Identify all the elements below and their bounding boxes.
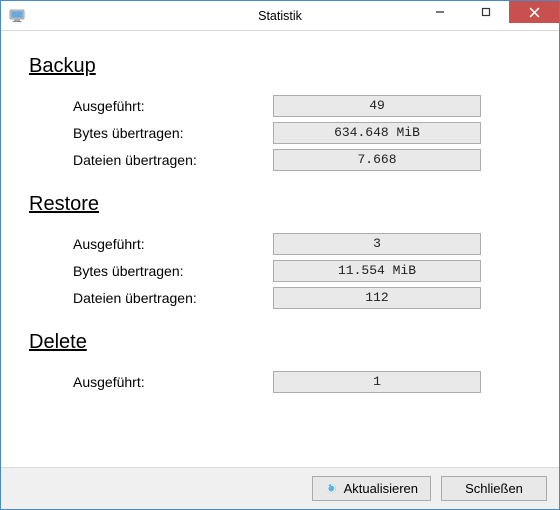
stat-label: Ausgeführt:: [73, 98, 273, 114]
window-controls: [417, 1, 559, 23]
stat-value: 1: [273, 371, 481, 393]
titlebar[interactable]: Statistik: [1, 1, 559, 31]
stat-label: Dateien übertragen:: [73, 290, 273, 306]
stat-value: 3: [273, 233, 481, 255]
stat-label: Bytes übertragen:: [73, 125, 273, 141]
maximize-button[interactable]: [463, 1, 509, 23]
stat-label: Ausgeführt:: [73, 374, 273, 390]
minimize-button[interactable]: [417, 1, 463, 23]
section-header-backup: Backup: [29, 55, 531, 78]
stat-label: Bytes übertragen:: [73, 263, 273, 279]
stat-row: Dateien übertragen: 7.668: [29, 146, 531, 173]
stat-value: 634.648 MiB: [273, 122, 481, 144]
section-header-delete: Delete: [29, 331, 531, 354]
refresh-button-label: Aktualisieren: [344, 481, 418, 496]
stat-value: 112: [273, 287, 481, 309]
close-dialog-button[interactable]: Schließen: [441, 476, 547, 501]
window-frame: Statistik Backup Ausgeführt: 49 Bytes üb…: [0, 0, 560, 510]
stat-label: Dateien übertragen:: [73, 152, 273, 168]
footer: Aktualisieren Schließen: [1, 467, 559, 509]
stat-label: Ausgeführt:: [73, 236, 273, 252]
close-button[interactable]: [509, 1, 559, 23]
app-icon: [9, 8, 25, 24]
content-area: Backup Ausgeführt: 49 Bytes übertragen: …: [1, 31, 559, 467]
stat-row: Bytes übertragen: 634.648 MiB: [29, 119, 531, 146]
close-button-label: Schließen: [465, 481, 523, 496]
stat-value: 7.668: [273, 149, 481, 171]
refresh-button[interactable]: Aktualisieren: [312, 476, 431, 501]
stat-row: Dateien übertragen: 112: [29, 284, 531, 311]
stat-row: Ausgeführt: 1: [29, 368, 531, 395]
refresh-icon: [325, 482, 338, 495]
stat-row: Bytes übertragen: 11.554 MiB: [29, 257, 531, 284]
stat-value: 11.554 MiB: [273, 260, 481, 282]
section-header-restore: Restore: [29, 193, 531, 216]
stat-row: Ausgeführt: 3: [29, 230, 531, 257]
stat-row: Ausgeführt: 49: [29, 92, 531, 119]
stat-value: 49: [273, 95, 481, 117]
